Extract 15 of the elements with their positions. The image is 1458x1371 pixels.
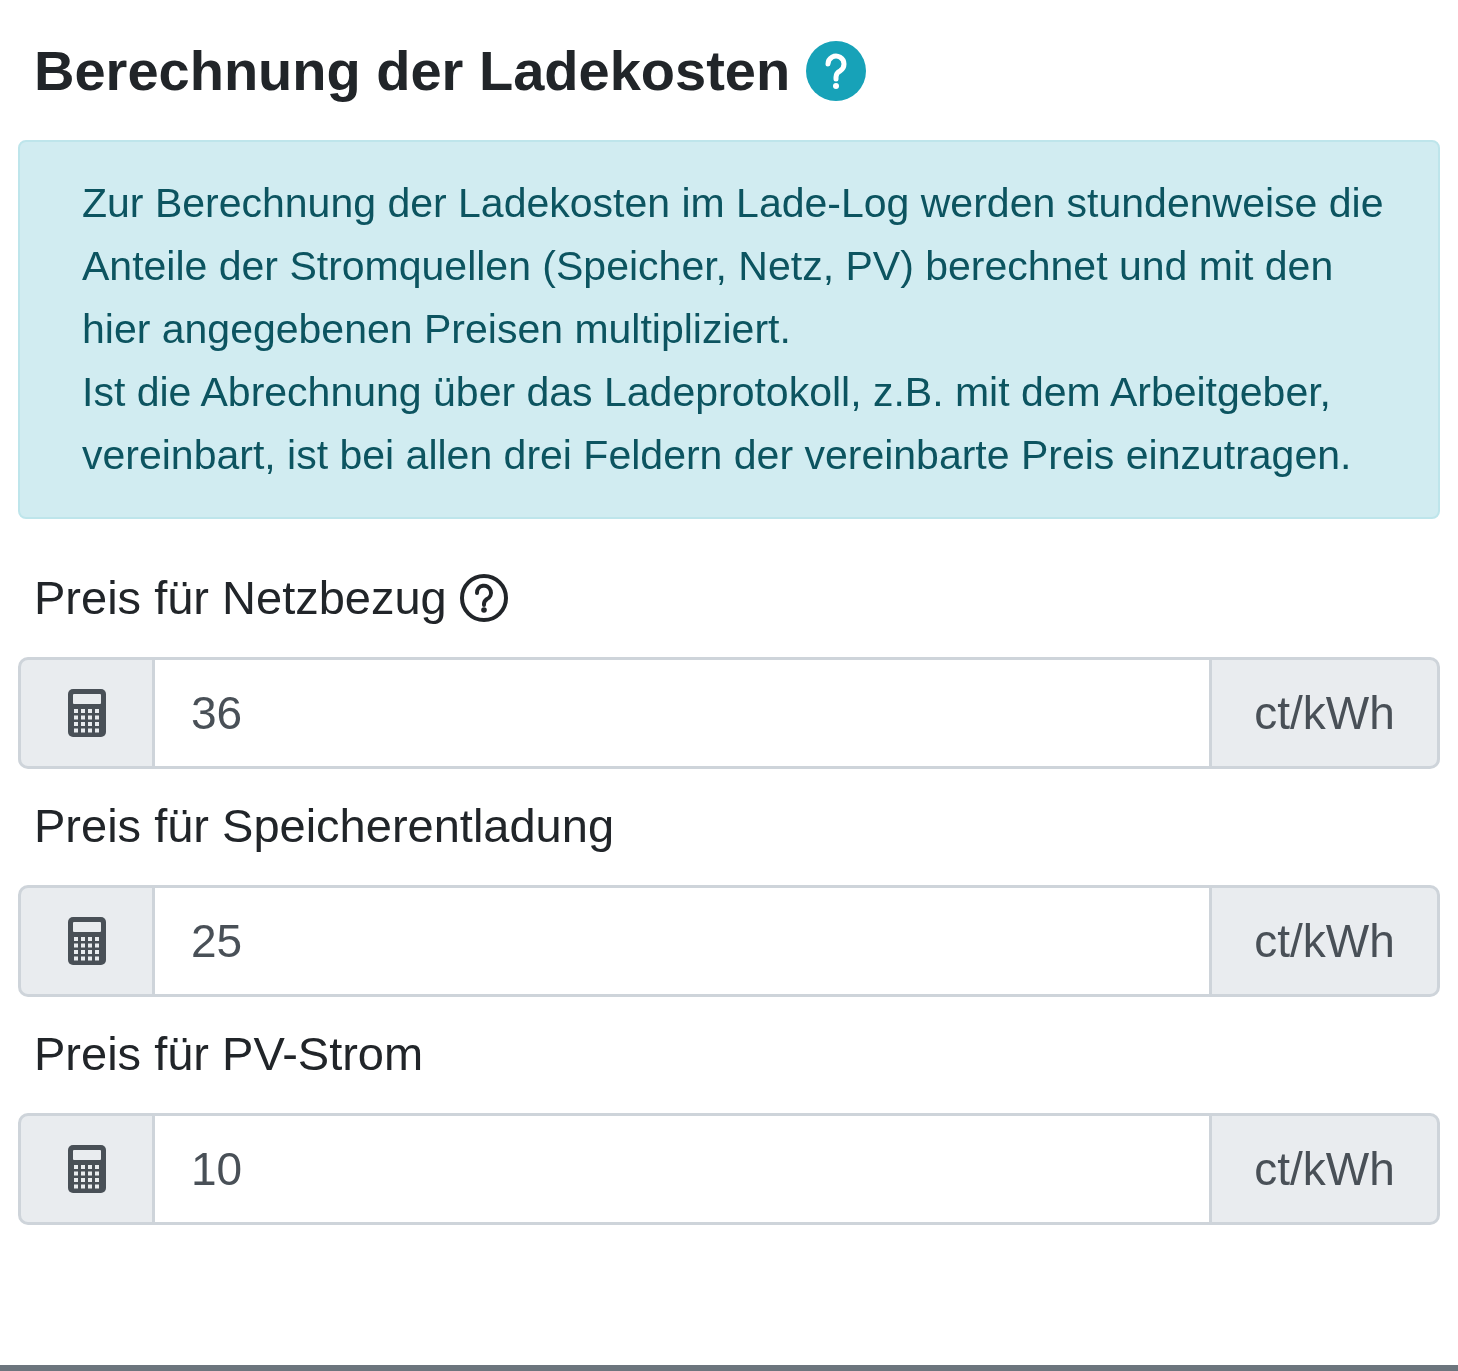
info-text: Ist die Abrechnung über das Ladeprotokoll, z.B. mit dem Arbeitgeber, vereinbart, ist bei allen drei Feldern der vereinbarte Preis einzutragen.: [82, 368, 1353, 480]
unit-label: ct/kWh: [1209, 1113, 1440, 1225]
unit-label: ct/kWh: [1209, 657, 1440, 769]
price-input[interactable]: 36: [155, 657, 1209, 769]
price-input[interactable]: 25: [155, 885, 1209, 997]
unit-label: ct/kWh: [1209, 885, 1440, 997]
price-input[interactable]: 10: [155, 1113, 1209, 1225]
help-icon[interactable]: [458, 573, 509, 623]
field-label: Preis für PV-Strom: [34, 1025, 424, 1082]
info-text: Zur Berechnung der Ladekosten im Lade-Log werden stundenweise die Anteile der Stromquellen (Speicher, Netz, PV) berechnet und mit den hier angegebenen Preisen multipliziert.: [82, 179, 1385, 354]
calculator-icon: [67, 689, 106, 737]
field-label: Preis für Speicherentladung: [34, 797, 615, 854]
field-label: Preis für Netzbezug: [34, 569, 447, 626]
calculator-icon: [67, 917, 106, 965]
calculator-icon: [67, 1145, 106, 1193]
